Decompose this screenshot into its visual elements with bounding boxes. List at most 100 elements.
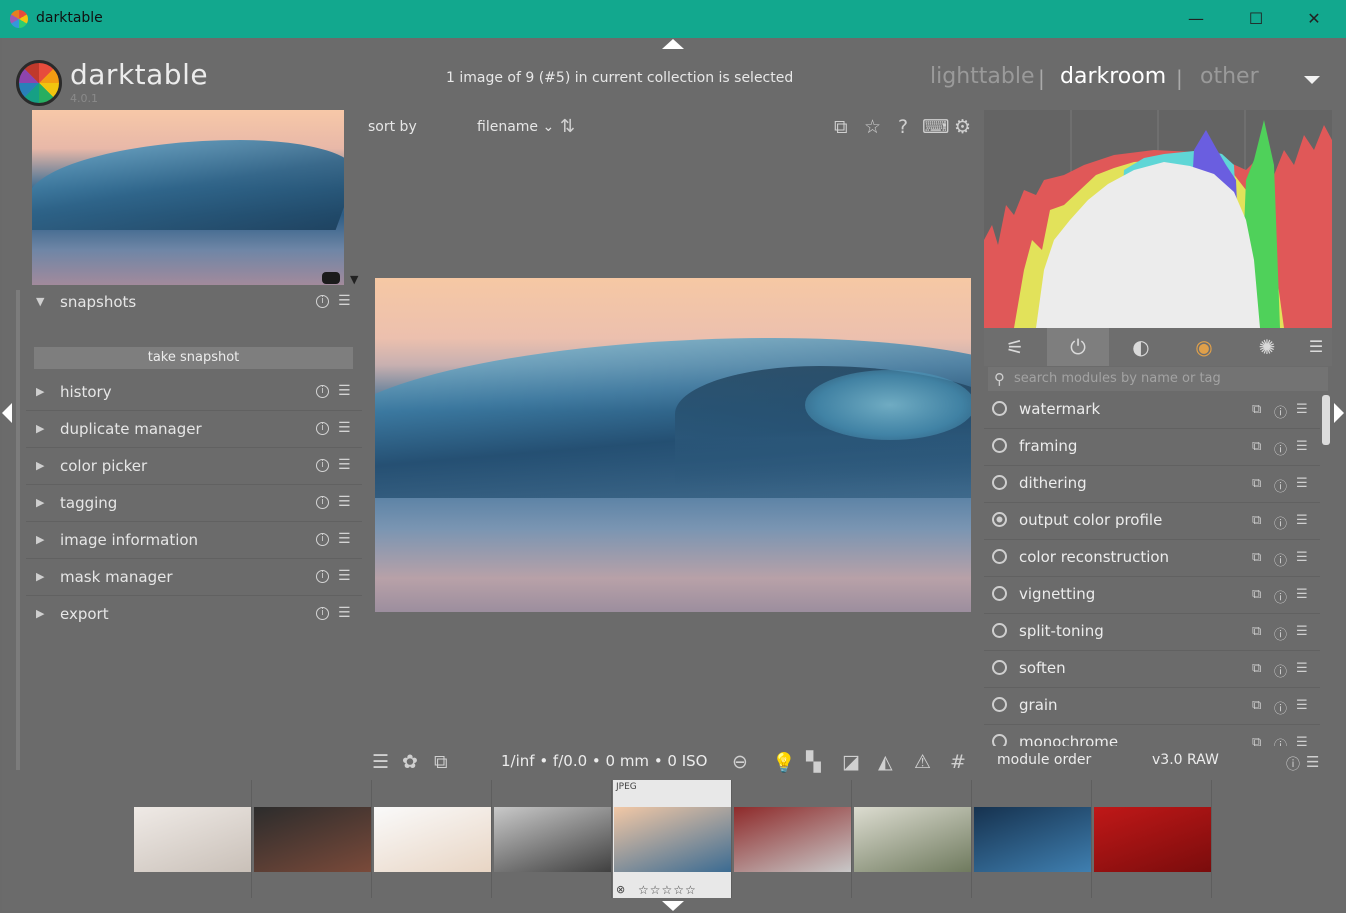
view-tab-darkroom[interactable]: darkroom (1060, 64, 1166, 89)
presets-menu-icon[interactable]: ☰ (1296, 476, 1308, 491)
module-mask-manager[interactable]: ▶ mask manager i ☰ (26, 560, 362, 596)
power-icon[interactable] (992, 438, 1007, 453)
base-modules-tab-icon[interactable]: ◐ (1110, 328, 1172, 366)
collapse-left-arrow-icon[interactable] (2, 403, 12, 423)
presets-menu-icon[interactable]: ☰ (1296, 402, 1308, 417)
softproof-icon[interactable]: ◪ (842, 751, 860, 773)
module-history[interactable]: ▶ history i ☰ (26, 375, 362, 411)
filmstrip-thumbnail-headphones[interactable] (133, 780, 252, 898)
collapse-bottom-arrow-icon[interactable] (662, 901, 684, 911)
multi-instance-icon[interactable]: ⧉ (1252, 624, 1261, 639)
multi-instance-icon[interactable]: ⧉ (1252, 698, 1261, 713)
module-soften[interactable]: soften ⧉ ⓘ ☰ (984, 651, 1320, 688)
sort-order-icon[interactable]: ⇅ (560, 116, 575, 137)
power-icon[interactable] (992, 401, 1007, 416)
gear-icon[interactable]: ⚙ (954, 116, 971, 138)
take-snapshot-button[interactable]: take snapshot (34, 347, 353, 369)
grouping-icon[interactable]: ⧉ (834, 116, 848, 138)
presets-menu-icon[interactable]: ☰ (1296, 439, 1308, 454)
filmstrip-thumbnail-chain-fence[interactable] (853, 780, 972, 898)
reset-icon[interactable]: ⓘ (1274, 513, 1287, 532)
multi-instance-icon[interactable]: ⧉ (1252, 661, 1261, 676)
power-icon[interactable] (992, 475, 1007, 490)
presets-menu-icon[interactable]: ☰ (338, 383, 351, 399)
power-icon[interactable] (992, 586, 1007, 601)
info-icon[interactable]: i (316, 570, 329, 583)
module-search-input[interactable]: ⚲ search modules by name or tag (988, 367, 1328, 391)
power-icon[interactable] (992, 697, 1007, 712)
module-image-information[interactable]: ▶ image information i ☰ (26, 523, 362, 559)
collapse-top-arrow-icon[interactable] (662, 39, 684, 49)
maximize-button[interactable]: ☐ (1236, 6, 1276, 32)
module-watermark[interactable]: watermark ⧉ ⓘ ☰ (984, 392, 1320, 429)
info-icon[interactable]: i (316, 607, 329, 620)
close-button[interactable]: ✕ (1294, 6, 1334, 32)
multi-instance-icon[interactable]: ⧉ (1252, 550, 1261, 565)
info-icon[interactable]: i (316, 533, 329, 546)
focus-peaking-icon[interactable]: 💡 (772, 751, 796, 774)
guides-grid-icon[interactable]: # (950, 751, 966, 773)
module-dithering[interactable]: dithering ⧉ ⓘ ☰ (984, 466, 1320, 503)
styles-icon[interactable]: ✿ (402, 751, 418, 773)
power-icon[interactable] (992, 549, 1007, 564)
presets-menu-icon[interactable]: ☰ (338, 605, 351, 621)
presets-menu-icon[interactable]: ☰ (338, 568, 351, 584)
left-panel-scrollbar[interactable] (16, 290, 20, 770)
view-tab-lighttable[interactable]: lighttable (930, 64, 1034, 89)
clipping-indicator-icon[interactable]: ▚ (806, 751, 821, 773)
power-icon[interactable] (992, 623, 1007, 638)
multi-instance-icon[interactable]: ⧉ (1252, 476, 1261, 491)
presets-menu-icon[interactable]: ☰ (338, 457, 351, 473)
module-monochrome[interactable]: monochrome ⧉ ⓘ ☰ (984, 725, 1320, 746)
filmstrip-thumbnail-youtube[interactable] (1093, 780, 1212, 898)
collapse-right-arrow-icon[interactable] (1334, 403, 1344, 423)
second-window-icon[interactable]: ⧉ (434, 751, 448, 773)
quick-access-menu-icon[interactable]: ☰ (372, 751, 389, 773)
navigator-zoom-indicator[interactable] (322, 272, 340, 284)
filmstrip-thumbnail-iphone[interactable] (373, 780, 492, 898)
reset-icon[interactable]: ⓘ (1274, 661, 1287, 680)
module-color-reconstruction[interactable]: color reconstruction ⧉ ⓘ ☰ (984, 540, 1320, 577)
info-icon[interactable]: i (316, 385, 329, 398)
minimize-button[interactable]: — (1176, 6, 1216, 32)
quick-access-tab-icon[interactable]: ⚟ (984, 328, 1046, 366)
power-icon[interactable] (992, 734, 1007, 746)
module-output-color-profile[interactable]: output color profile ⧉ ⓘ ☰ (984, 503, 1320, 540)
reset-icon[interactable]: ⓘ (1274, 624, 1287, 643)
presets-menu-icon[interactable]: ☰ (338, 293, 351, 309)
presets-menu-icon[interactable]: ☰ (338, 531, 351, 547)
module-tagging[interactable]: ▶ tagging i ☰ (26, 486, 362, 522)
sort-field-dropdown[interactable]: filename ⌄ (477, 119, 554, 135)
presets-menu-icon[interactable]: ☰ (1296, 735, 1308, 746)
module-grain[interactable]: grain ⧉ ⓘ ☰ (984, 688, 1320, 725)
multi-instance-icon[interactable]: ⧉ (1252, 735, 1261, 746)
warning-icon[interactable]: ⚠ (914, 751, 931, 773)
info-icon[interactable]: i (316, 496, 329, 509)
filmstrip-thumbnail-hard-drive[interactable] (733, 780, 852, 898)
module-color-picker[interactable]: ▶ color picker i ☰ (26, 449, 362, 485)
info-icon[interactable]: i (316, 295, 329, 308)
presets-menu-icon[interactable]: ☰ (1306, 753, 1319, 771)
module-export[interactable]: ▶ export i ☰ (26, 597, 362, 633)
raw-overexposed-icon[interactable]: ⊖ (732, 751, 748, 773)
presets-menu-icon[interactable]: ☰ (1296, 550, 1308, 565)
module-split-toning[interactable]: split-toning ⧉ ⓘ ☰ (984, 614, 1320, 651)
star-icon[interactable]: ☆ (864, 116, 881, 138)
module-snapshots[interactable]: ▼ snapshots i ☰ (26, 285, 362, 321)
module-duplicate-manager[interactable]: ▶ duplicate manager i ☰ (26, 412, 362, 448)
reset-icon[interactable]: ⓘ (1274, 476, 1287, 495)
presets-menu-icon[interactable]: ☰ (1296, 587, 1308, 602)
keyboard-shortcuts-icon[interactable]: ⌨ (922, 116, 949, 138)
reset-icon[interactable]: ⓘ (1274, 550, 1287, 569)
view-tab-other[interactable]: other (1200, 64, 1259, 89)
reject-icon[interactable]: ⊗ (616, 883, 625, 896)
filmstrip-thumbnail-desk-setup[interactable] (253, 780, 372, 898)
multi-instance-icon[interactable]: ⧉ (1252, 513, 1261, 528)
module-groups-menu-icon[interactable]: ☰ (1300, 328, 1332, 366)
multi-instance-icon[interactable]: ⧉ (1252, 587, 1261, 602)
help-icon[interactable]: ? (898, 116, 908, 138)
right-panel-scrollbar[interactable] (1322, 395, 1330, 445)
gamut-check-icon[interactable]: ◭ (878, 751, 893, 773)
color-modules-tab-icon[interactable]: ◉ (1173, 328, 1235, 366)
reset-icon[interactable]: ⓘ (1274, 439, 1287, 458)
